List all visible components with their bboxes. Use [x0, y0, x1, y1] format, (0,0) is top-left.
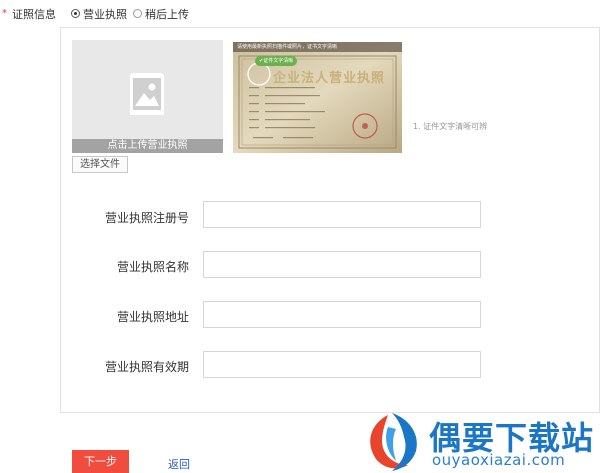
back-link[interactable]: 返回 — [168, 456, 190, 472]
choose-file-button[interactable]: 选择文件 — [72, 156, 128, 173]
field-name-label: 营业执照名称 — [116, 260, 189, 274]
field-reg-no-input[interactable] — [203, 201, 481, 228]
radio-business-license[interactable] — [71, 9, 80, 18]
sample-license-image: 请使用最新执照扫描件或照片，证书文字清晰 ✔证件文字清晰 企业法人营业执照 — [233, 42, 402, 153]
upload-license-bar[interactable]: 点击上传营业执照 — [72, 139, 223, 153]
watermark-logo-icon — [370, 413, 417, 471]
field-address-input[interactable] — [203, 301, 481, 328]
required-mark: * — [2, 8, 7, 19]
radio-business-license-label[interactable]: 营业执照 — [83, 6, 127, 22]
field-validity-label: 营业执照有效期 — [104, 360, 189, 374]
field-validity-input[interactable] — [203, 351, 481, 378]
upload-hint: 1. 证件文字清晰可辨 — [413, 122, 488, 131]
radio-upload-later[interactable] — [133, 9, 142, 18]
next-step-button[interactable]: 下一步 — [72, 450, 129, 473]
upload-area[interactable] — [72, 40, 223, 153]
image-placeholder-icon — [128, 73, 166, 115]
cert-info-label: 证照信息 — [12, 8, 56, 21]
sample-title: 企业法人营业执照 — [273, 71, 386, 86]
field-name-input[interactable] — [203, 251, 481, 278]
field-reg-no-label: 营业执照注册号 — [104, 211, 189, 225]
radio-upload-later-label[interactable]: 稍后上传 — [145, 6, 189, 22]
sample-badge: ✔证件文字清晰 — [255, 56, 298, 66]
sample-overlay-text: 请使用最新执照扫描件或照片，证书文字清晰 — [233, 42, 402, 52]
field-address-label: 营业执照地址 — [116, 310, 189, 324]
watermark-url: ouyaoxiazai.com — [432, 451, 566, 469]
